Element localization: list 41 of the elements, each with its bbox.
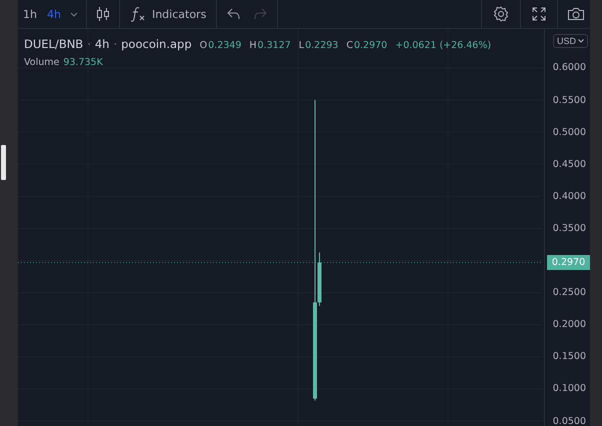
price-tick: 0.5500 <box>552 94 586 106</box>
volume-value: 93.735K <box>63 57 103 68</box>
candles-icon[interactable] <box>96 6 110 22</box>
change-value: +0.0621 (+26.46%) <box>395 40 492 51</box>
interval-tab[interactable]: 1h <box>18 8 42 20</box>
price-tick: 0.2500 <box>552 287 586 298</box>
separator-dot: · <box>87 37 91 51</box>
price-tick: 0.1500 <box>552 351 586 362</box>
ohlc-value: 0.3127 <box>258 40 291 51</box>
ohlc-label: L <box>298 40 304 51</box>
ohlc-label: C <box>346 40 353 51</box>
price-tick: 0.6000 <box>552 62 586 74</box>
ohlc-value: 0.2293 <box>305 40 338 51</box>
price-tick: 0.5000 <box>552 126 586 138</box>
price-tick: 0.1000 <box>552 383 586 394</box>
chevron-icon <box>578 39 584 43</box>
price-tick: 0.2000 <box>552 319 586 330</box>
ohlc-value: 0.2349 <box>208 40 242 51</box>
interval-tab[interactable]: 4h <box>42 8 66 20</box>
price-tick: 0.0500 <box>552 416 586 426</box>
indicators-button[interactable]: Indicators <box>124 0 212 28</box>
fullscreen-icon[interactable] <box>531 6 547 22</box>
last-price-tag: 0.2970 <box>547 255 590 270</box>
undo-icon[interactable] <box>227 8 242 20</box>
ohlc-label: H <box>249 40 257 51</box>
separator-dot: · <box>113 37 118 51</box>
chevron-icon[interactable] <box>70 12 78 16</box>
settings-icon[interactable] <box>493 6 509 22</box>
function-icon <box>130 6 146 22</box>
ohlc-value: 0.2970 <box>354 40 388 51</box>
price-tick: 0.4500 <box>552 158 586 170</box>
currency-button[interactable]: USD <box>552 34 588 48</box>
ohlc-label: O <box>200 40 208 51</box>
scrollbar-thumb[interactable] <box>1 145 6 180</box>
price-tick: 0.3500 <box>552 222 586 234</box>
source-label: poocoin.app <box>121 37 192 51</box>
price-tick: 0.4000 <box>552 190 586 202</box>
interval-label: 4h <box>94 37 110 51</box>
volume-label: Volume <box>24 57 60 68</box>
symbol-label: DUEL/BNB <box>24 37 84 51</box>
camera-icon[interactable] <box>567 6 585 22</box>
